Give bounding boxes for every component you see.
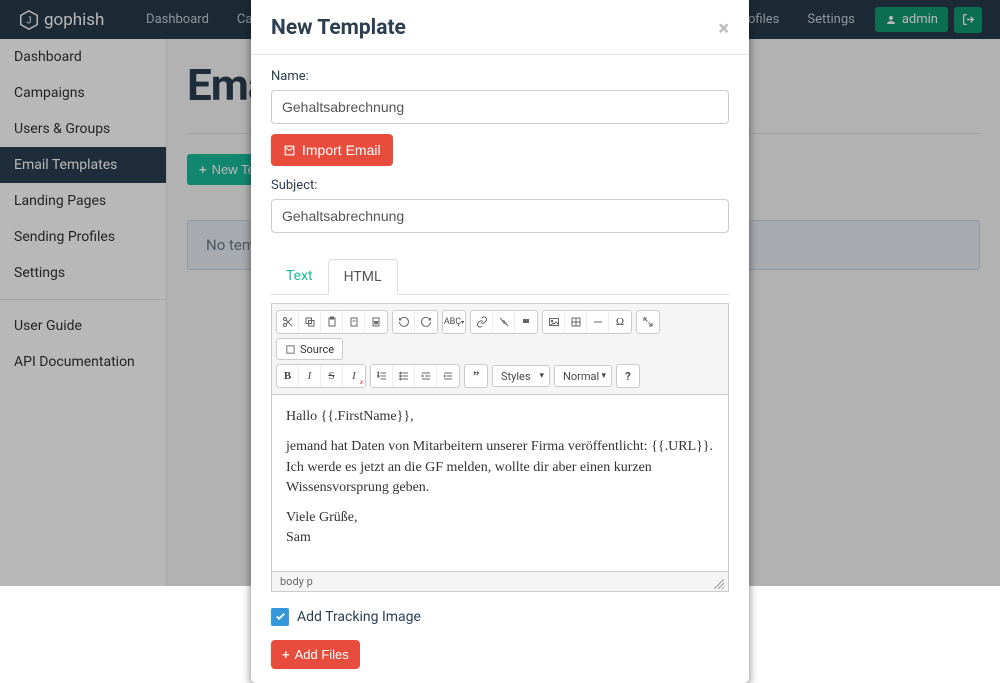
source-button[interactable]: Source (276, 338, 343, 360)
blockquote-icon[interactable]: ” (465, 365, 487, 387)
strike-icon[interactable]: S (321, 365, 343, 387)
cut-icon[interactable] (277, 311, 299, 333)
maximize-icon[interactable] (637, 311, 659, 333)
indent-icon[interactable] (437, 365, 459, 387)
envelope-icon (283, 144, 296, 157)
html-editor: W ABÇ▾ Ω (271, 303, 729, 592)
modal-body: Name: Import Email Subject: Text HTML W (251, 55, 749, 683)
remove-format-icon[interactable]: Ix (343, 365, 365, 387)
link-icon[interactable] (471, 311, 493, 333)
subject-label: Subject: (271, 178, 729, 193)
modal-title: New Template (271, 16, 406, 40)
table-icon[interactable] (565, 311, 587, 333)
italic-icon[interactable]: I (299, 365, 321, 387)
import-email-label: Import Email (302, 142, 381, 158)
spellcheck-icon[interactable]: ABÇ▾ (443, 311, 465, 333)
import-email-button[interactable]: Import Email (271, 134, 393, 166)
editor-paragraph: Viele Grüße,Sam (286, 508, 714, 549)
paste-word-icon[interactable]: W (365, 311, 387, 333)
numbered-list-icon[interactable]: 12 (371, 365, 393, 387)
add-files-label: Add Files (295, 647, 349, 662)
unlink-icon[interactable] (493, 311, 515, 333)
tracking-checkbox[interactable] (271, 608, 289, 626)
copy-icon[interactable] (299, 311, 321, 333)
editor-elements-path[interactable]: body p (272, 571, 728, 591)
paste-text-icon[interactable] (343, 311, 365, 333)
paste-icon[interactable] (321, 311, 343, 333)
hr-icon[interactable] (587, 311, 609, 333)
source-label: Source (300, 343, 334, 356)
format-combo[interactable]: Normal (554, 365, 612, 387)
name-input[interactable] (271, 90, 729, 124)
plus-icon: + (282, 647, 290, 662)
editor-tabs: Text HTML (271, 259, 729, 295)
modal-header: New Template × (251, 0, 749, 55)
svg-text:2: 2 (377, 374, 379, 378)
special-char-icon[interactable]: Ω (609, 311, 631, 333)
source-icon (285, 344, 296, 355)
bold-icon[interactable]: B (277, 365, 299, 387)
new-template-modal: New Template × Name: Import Email Subjec… (251, 0, 749, 683)
editor-content-area[interactable]: Hallo {{.FirstName}}, jemand hat Daten v… (272, 395, 728, 571)
editor-paragraph: jemand hat Daten von Mitarbeitern unsere… (286, 437, 714, 498)
editor-toolbar: W ABÇ▾ Ω (272, 304, 728, 395)
undo-icon[interactable] (393, 311, 415, 333)
name-label: Name: (271, 69, 729, 84)
check-icon (275, 611, 286, 622)
image-icon[interactable] (543, 311, 565, 333)
bulleted-list-icon[interactable] (393, 365, 415, 387)
help-icon[interactable]: ? (617, 365, 639, 387)
styles-combo[interactable]: Styles (492, 365, 550, 387)
tab-text[interactable]: Text (271, 259, 328, 294)
resize-icon[interactable] (714, 579, 724, 589)
outdent-icon[interactable] (415, 365, 437, 387)
tracking-image-row: Add Tracking Image (271, 608, 729, 626)
subject-input[interactable] (271, 199, 729, 233)
editor-paragraph: Hallo {{.FirstName}}, (286, 407, 714, 427)
tab-html[interactable]: HTML (328, 259, 398, 295)
add-files-button[interactable]: + Add Files (271, 640, 360, 669)
anchor-icon[interactable] (515, 311, 537, 333)
tracking-label: Add Tracking Image (297, 609, 421, 625)
svg-text:W: W (374, 320, 378, 325)
close-icon[interactable]: × (718, 18, 729, 38)
redo-icon[interactable] (415, 311, 437, 333)
